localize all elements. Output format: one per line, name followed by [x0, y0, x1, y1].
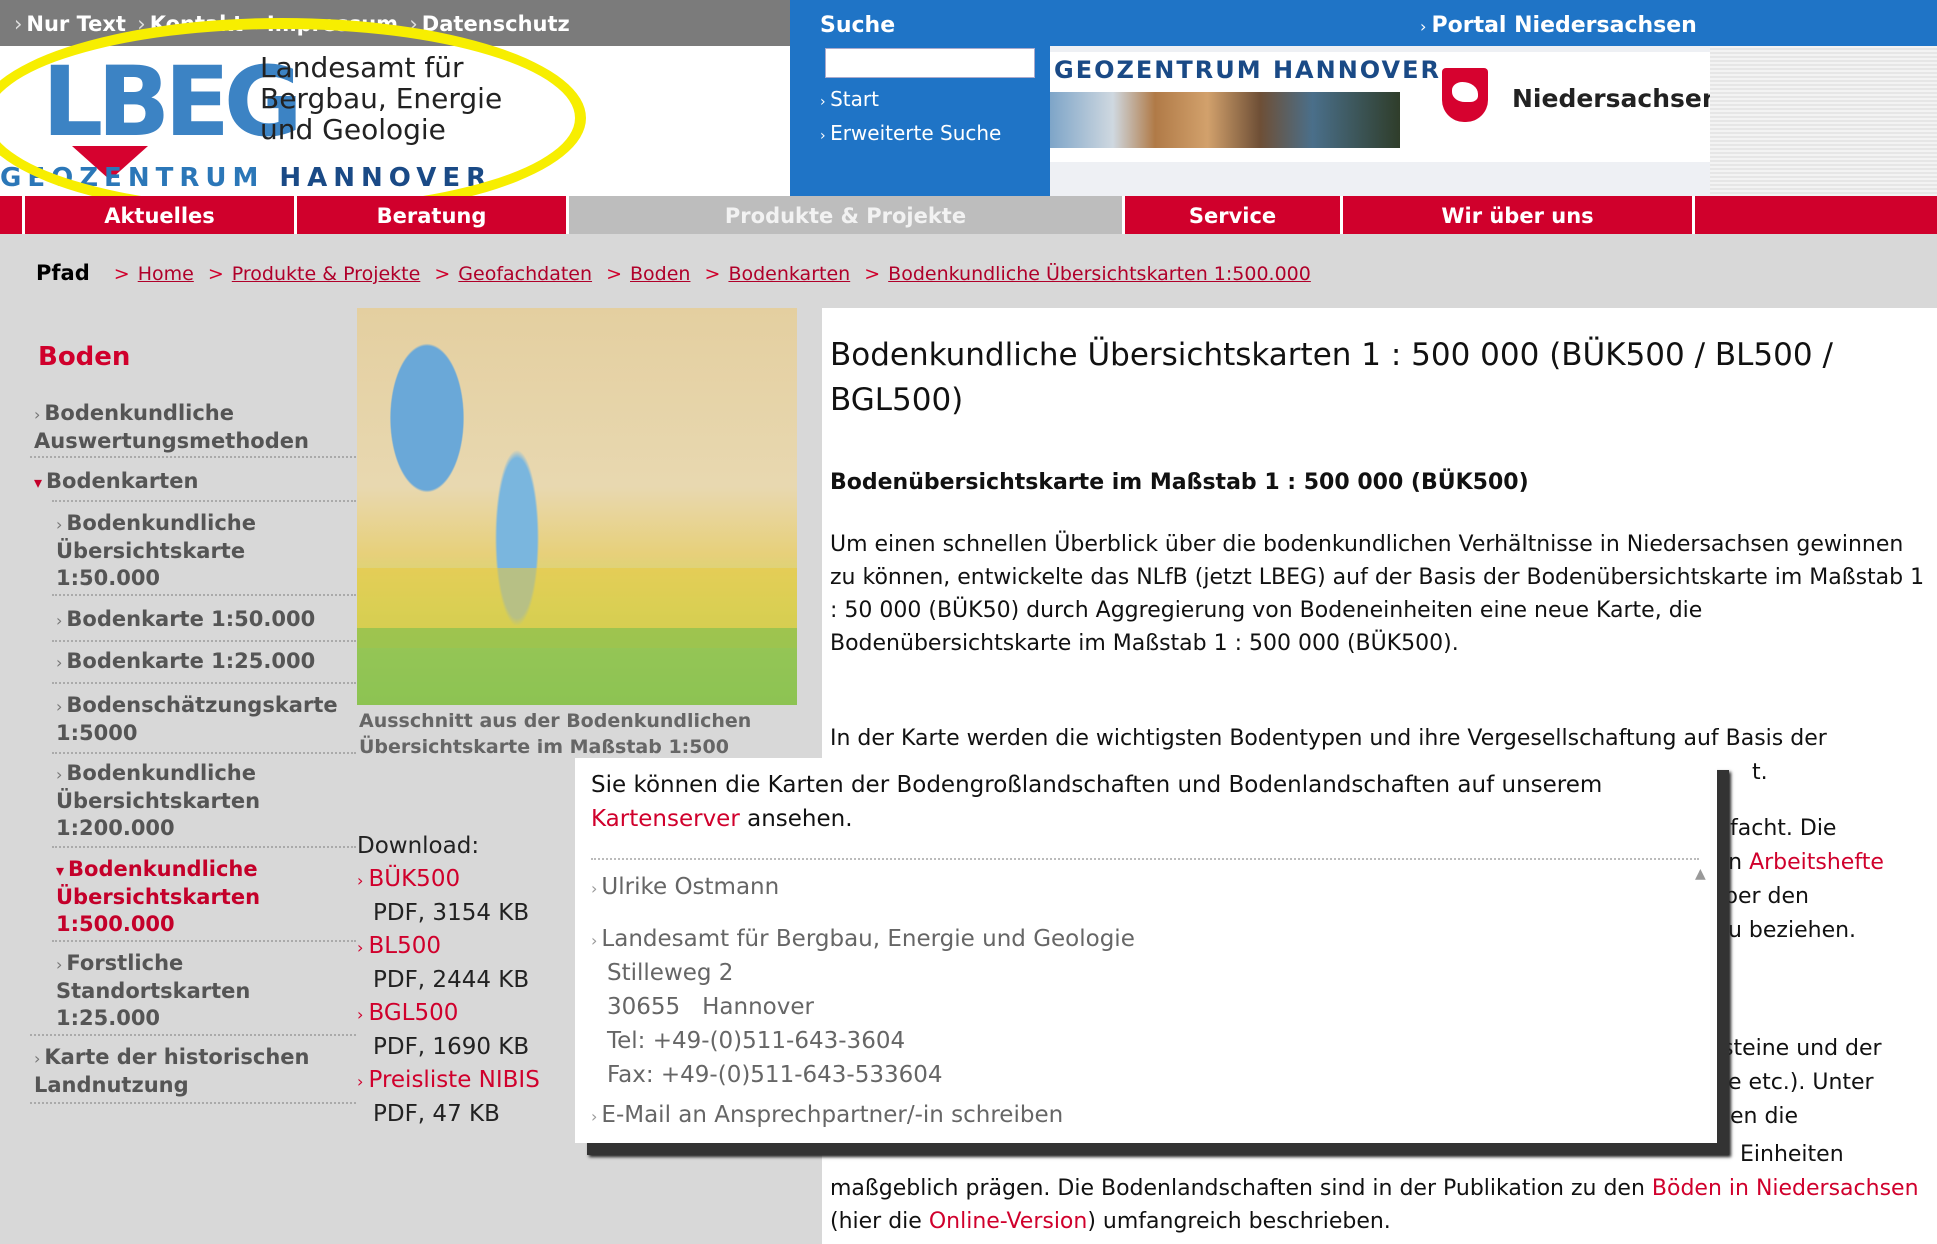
arbeitshefte-link[interactable]: Arbeitshefte	[1749, 850, 1884, 875]
text-fragment: Einheiten	[1740, 1142, 1844, 1167]
divider	[30, 1034, 356, 1036]
text-fragment: ber den	[1724, 884, 1809, 909]
banner-photos	[1050, 92, 1400, 148]
banner-title: GEOZENTRUM HANNOVER	[1054, 56, 1441, 84]
breadcrumb: Pfad > Home > Produkte & Projekte > Geofach…	[0, 234, 1937, 308]
breadcrumb-label: Pfad	[36, 261, 90, 285]
niedersachsen-label: Niedersachsen	[1512, 84, 1720, 113]
text-fragment: t.	[1752, 760, 1768, 785]
paragraph-last: maßgeblich prägen. Die Bodenlandschaften…	[830, 1176, 1919, 1234]
download-preisliste-link[interactable]: › Preisliste NIBIS	[357, 1064, 540, 1098]
search-header: Suche › Portal Niedersachsen	[790, 0, 1937, 46]
advanced-search-link[interactable]: › Erweiterte Suche	[820, 118, 1001, 152]
sidebar-item-uek500-active[interactable]: ▾ Bodenkundliche Übersichtskarten 1:500.0…	[56, 856, 356, 938]
divider	[52, 594, 356, 596]
email-contact-link[interactable]: › E-Mail an Ansprechpartner/-in schreiben	[591, 1098, 1063, 1134]
tab-service[interactable]: Service	[1122, 196, 1340, 234]
image-caption: Ausschnitt aus der Bodenkundlichen Übers…	[359, 710, 752, 758]
divider	[30, 456, 356, 458]
text-fragment: e etc.). Unter	[1728, 1070, 1874, 1095]
niedersachsen-crest-icon	[1442, 68, 1488, 122]
yellow-highlight-ellipse	[0, 18, 586, 218]
download-size: PDF, 2444 KB	[373, 967, 530, 993]
text-fragment: u beziehen.	[1728, 918, 1857, 943]
download-size: PDF, 3154 KB	[373, 900, 530, 926]
divider	[52, 846, 356, 848]
sidebar-item-bodenkarten[interactable]: ▾ Bodenkarten	[34, 468, 354, 496]
contact-org-link[interactable]: › Landesamt für Bergbau, Energie und Geol…	[591, 922, 1135, 958]
sidebar-title: Boden	[38, 342, 131, 372]
text-fragment: en die	[1730, 1104, 1799, 1129]
geozentrum-banner[interactable]: GEOZENTRUM HANNOVER Niedersachsen	[1050, 52, 1720, 162]
download-size: PDF, 47 KB	[373, 1101, 500, 1127]
online-version-link[interactable]: Online-Version	[929, 1209, 1088, 1234]
download-size: PDF, 1690 KB	[373, 1034, 530, 1060]
divider	[52, 500, 356, 502]
page-title: Bodenkundliche Übersichtskarten 1 : 500 …	[830, 337, 1833, 418]
paragraph-intro: Um einen schnellen Überblick über die bo…	[830, 532, 1925, 656]
text-fragment: facht. Die	[1730, 816, 1837, 841]
download-label: Download:	[357, 833, 480, 859]
sidebar-item-uek50[interactable]: › Bodenkundliche Übersichtskarte 1:50.000	[56, 510, 356, 592]
kartenserver-link[interactable]: Kartenserver	[591, 806, 740, 832]
crumb-boden[interactable]: Boden	[630, 263, 690, 285]
contact-popup: Sie können die Karten der Bodengroßlands…	[575, 758, 1717, 1143]
sidebar-item-historische-landnutzung[interactable]: › Karte der historischen Landnutzung	[34, 1044, 354, 1099]
sidebar-item-bk50[interactable]: › Bodenkarte 1:50.000	[56, 606, 356, 634]
crumb-produkte[interactable]: Produkte & Projekte	[232, 263, 421, 285]
divider	[30, 1102, 356, 1104]
start-link[interactable]: › Start	[820, 84, 1001, 118]
sidebar-item-auswertungsmethoden[interactable]: › Bodenkundliche Auswertungsmethoden	[34, 400, 354, 455]
search-input[interactable]	[825, 48, 1035, 78]
crumb-home[interactable]: Home	[138, 263, 194, 285]
popup-divider	[591, 858, 1699, 860]
text-fragment: in Arbeitshefte	[1722, 850, 1884, 875]
download-bgl500-link[interactable]: › BGL500	[357, 997, 540, 1031]
sidebar-item-bodenschaetzung[interactable]: › Bodenschätzungskarte 1:5000	[56, 692, 356, 747]
section-heading: Bodenübersichtskarte im Maßstab 1 : 500 …	[830, 470, 1529, 495]
boeden-link[interactable]: Böden in Niedersachsen	[1652, 1176, 1919, 1201]
tab-empty	[1692, 196, 1937, 234]
collapse-icon[interactable]: ▲	[1695, 866, 1706, 882]
contact-address: Stilleweg 2 30655 Hannover Tel: +49-(0)5…	[607, 960, 943, 1088]
download-list: Download: › BÜK500 PDF, 3154 KB › BL500 …	[357, 830, 540, 1131]
tab-aktuelles[interactable]: Aktuelles	[22, 196, 294, 234]
download-bl500-link[interactable]: › BL500	[357, 930, 540, 964]
sidebar-item-bk25[interactable]: › Bodenkarte 1:25.000	[56, 648, 356, 676]
divider	[52, 940, 356, 942]
link-nur-text[interactable]: Nur Text	[26, 12, 126, 36]
crumb-current[interactable]: Bodenkundliche Übersichtskarten 1:500.00…	[888, 263, 1311, 285]
text-fragment: steine und der	[1722, 1036, 1882, 1061]
divider	[52, 682, 356, 684]
divider	[52, 752, 356, 754]
divider	[52, 640, 356, 642]
popup-text: Sie können die Karten der Bodengroßlands…	[591, 772, 1603, 832]
tab-beratung[interactable]: Beratung	[294, 196, 566, 234]
search-links: › Start › Erweiterte Suche	[820, 84, 1001, 152]
header-decoration	[1710, 46, 1937, 196]
paragraph-second: In der Karte werden die wichtigsten Bode…	[830, 726, 1827, 751]
sidebar-item-forstliche[interactable]: › Forstliche Standortskarten 1:25.000	[56, 950, 356, 1032]
contact-person-link[interactable]: › Ulrike Ostmann	[591, 870, 779, 906]
soil-map-image[interactable]	[357, 308, 797, 705]
search-label: Suche	[820, 13, 896, 38]
tab-wir-ueber-uns[interactable]: Wir über uns	[1340, 196, 1692, 234]
tab-produkte-projekte[interactable]: Produkte & Projekte	[566, 196, 1122, 234]
download-buek500-link[interactable]: › BÜK500	[357, 863, 540, 897]
crumb-bodenkarten[interactable]: Bodenkarten	[728, 263, 850, 285]
portal-niedersachsen-link[interactable]: › Portal Niedersachsen	[1420, 13, 1697, 38]
crumb-geofachdaten[interactable]: Geofachdaten	[458, 263, 592, 285]
sidebar-item-uek200[interactable]: › Bodenkundliche Übersichtskarten 1:200.0…	[56, 760, 356, 842]
